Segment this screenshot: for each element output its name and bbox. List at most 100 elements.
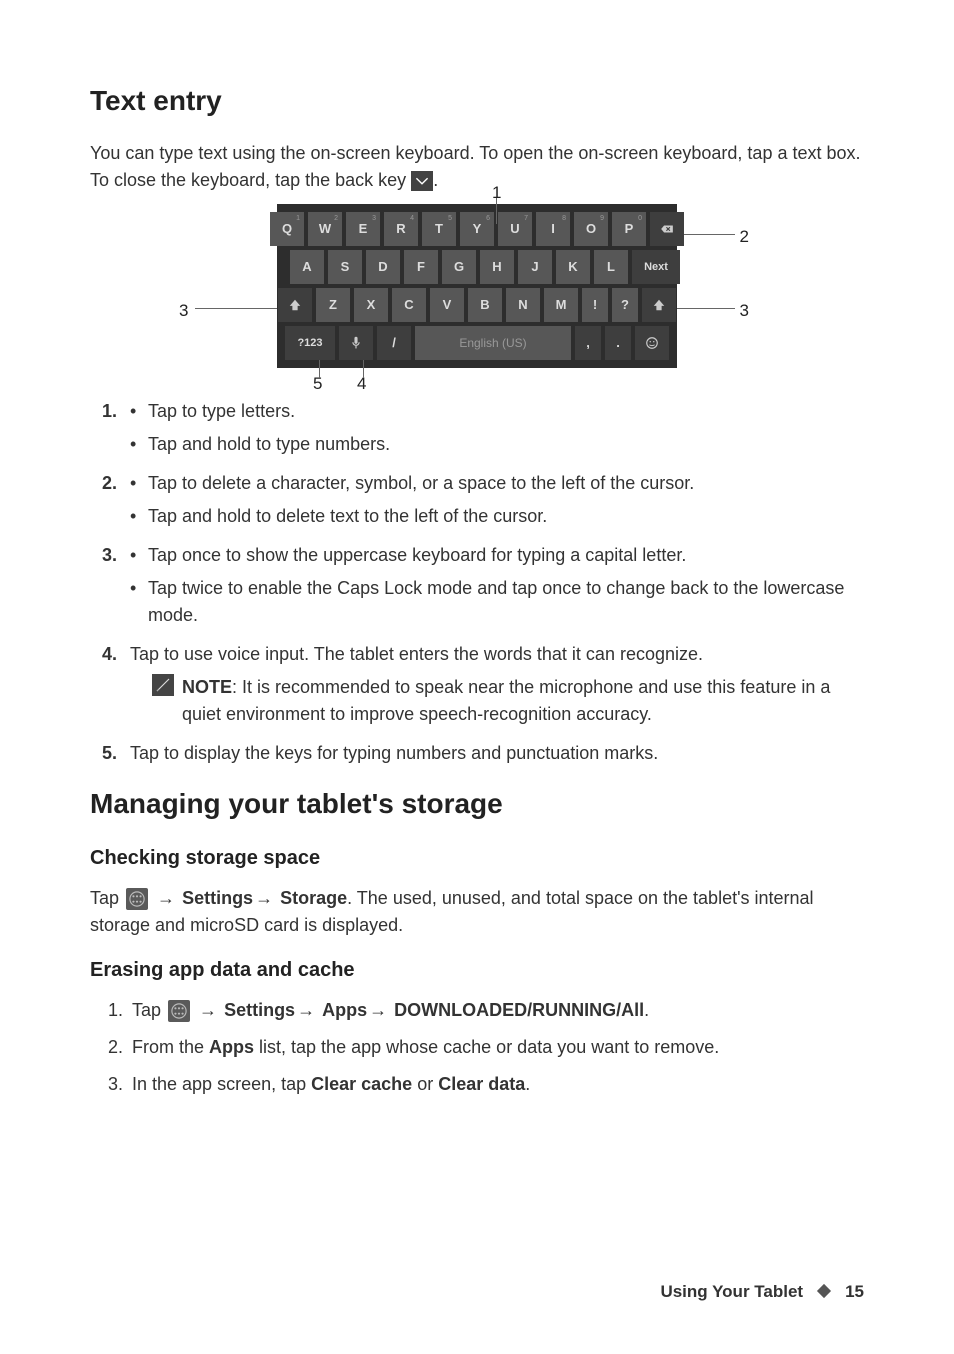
keyboard-image: Q1 W2 E3 R4 T5 Y6 U7 I8 O9 P0 A S D F G … xyxy=(277,204,677,368)
key-c[interactable]: C xyxy=(392,288,426,322)
callout-3-left: 3 xyxy=(179,298,188,324)
list-item-1b: Tap and hold to type numbers. xyxy=(130,431,864,458)
diamond-icon xyxy=(817,1284,831,1298)
erasing-step-1: 1. Tap → Settings→ Apps→ DOWNLOADED/RUNN… xyxy=(110,997,864,1024)
key-shift-left[interactable] xyxy=(278,288,312,322)
key-e[interactable]: E3 xyxy=(346,212,380,246)
smiley-icon xyxy=(645,336,659,350)
list-item-2: 2. Tap to delete a character, symbol, or… xyxy=(110,470,864,530)
key-z[interactable]: Z xyxy=(316,288,350,322)
callout-2-line xyxy=(677,234,735,235)
list-item-2b: Tap and hold to delete text to the left … xyxy=(130,503,864,530)
keyboard-row-4: ?123 / English (US) , . xyxy=(285,326,669,360)
apps-icon xyxy=(168,1000,190,1022)
note-text: NOTE: It is recommended to speak near th… xyxy=(182,674,864,728)
key-question[interactable]: ? xyxy=(612,288,638,322)
list-item-4-text: Tap to use voice input. The tablet enter… xyxy=(130,644,703,664)
key-emoji[interactable] xyxy=(635,326,669,360)
list-item-1a: Tap to type letters. xyxy=(130,398,864,425)
key-next[interactable]: Next xyxy=(632,250,680,284)
key-h[interactable]: H xyxy=(480,250,514,284)
list-item-1: 1. Tap to type letters. Tap and hold to … xyxy=(110,398,864,458)
key-x[interactable]: X xyxy=(354,288,388,322)
key-exclaim[interactable]: ! xyxy=(582,288,608,322)
key-t[interactable]: T5 xyxy=(422,212,456,246)
list-item-3a: Tap once to show the uppercase keyboard … xyxy=(130,542,864,569)
storage-bold: Storage xyxy=(280,888,347,908)
key-slash[interactable]: / xyxy=(377,326,411,360)
microphone-icon xyxy=(349,336,363,350)
callout-3-right: 3 xyxy=(740,298,749,324)
note-label: NOTE xyxy=(182,677,232,697)
key-o[interactable]: O9 xyxy=(574,212,608,246)
key-g[interactable]: G xyxy=(442,250,476,284)
backspace-icon xyxy=(660,222,674,236)
key-voice[interactable] xyxy=(339,326,373,360)
arrow-icon: → xyxy=(157,888,175,908)
intro-paragraph: You can type text using the on-screen ke… xyxy=(90,140,864,194)
footer-title: Using Your Tablet xyxy=(660,1279,803,1305)
key-k[interactable]: K xyxy=(556,250,590,284)
erasing-steps: 1. Tap → Settings→ Apps→ DOWNLOADED/RUNN… xyxy=(90,997,864,1098)
erasing-step-3: 3. In the app screen, tap Clear cache or… xyxy=(110,1071,864,1098)
list-item-5-text: Tap to display the keys for typing numbe… xyxy=(130,743,658,763)
key-p[interactable]: P0 xyxy=(612,212,646,246)
apps-icon xyxy=(126,888,148,910)
callout-4: 4 xyxy=(357,371,366,397)
heading-erasing: Erasing app data and cache xyxy=(90,955,864,985)
keyboard-row-1: Q1 W2 E3 R4 T5 Y6 U7 I8 O9 P0 xyxy=(285,212,669,246)
key-i[interactable]: I8 xyxy=(536,212,570,246)
intro-text: You can type text using the on-screen ke… xyxy=(90,143,861,190)
note-icon xyxy=(152,674,174,696)
shift-icon xyxy=(652,298,666,312)
keyboard-figure: 1 2 3 3 5 4 Q1 W2 E3 R4 T5 Y6 U7 I8 O9 P… xyxy=(207,204,747,368)
key-dot[interactable]: . xyxy=(605,326,631,360)
key-m[interactable]: M xyxy=(544,288,578,322)
key-f[interactable]: F xyxy=(404,250,438,284)
list-item-5: 5. Tap to display the keys for typing nu… xyxy=(110,740,864,767)
list-item-2a: Tap to delete a character, symbol, or a … xyxy=(130,470,864,497)
checking-paragraph: Tap → Settings→ Storage. The used, unuse… xyxy=(90,885,864,939)
erasing-step-2: 2. From the Apps list, tap the app whose… xyxy=(110,1034,864,1061)
key-v[interactable]: V xyxy=(430,288,464,322)
callout-1-line xyxy=(496,198,497,224)
key-l[interactable]: L xyxy=(594,250,628,284)
key-r[interactable]: R4 xyxy=(384,212,418,246)
heading-text-entry: Text entry xyxy=(90,80,864,122)
callout-3l-line xyxy=(195,308,277,309)
callout-5: 5 xyxy=(313,371,322,397)
key-q[interactable]: Q1 xyxy=(270,212,304,246)
settings-bold: Settings xyxy=(182,888,253,908)
callout-3r-line xyxy=(677,308,735,309)
key-backspace[interactable] xyxy=(650,212,684,246)
key-j[interactable]: J xyxy=(518,250,552,284)
keyboard-row-3: Z X C V B N M ! ? xyxy=(285,288,669,322)
key-s[interactable]: S xyxy=(328,250,362,284)
key-a[interactable]: A xyxy=(290,250,324,284)
callout-list: 1. Tap to type letters. Tap and hold to … xyxy=(90,398,864,767)
key-n[interactable]: N xyxy=(506,288,540,322)
callout-2: 2 xyxy=(740,224,749,250)
key-d[interactable]: D xyxy=(366,250,400,284)
key-space[interactable]: English (US) xyxy=(415,326,571,360)
list-item-4: 4. Tap to use voice input. The tablet en… xyxy=(110,641,864,728)
note-row: NOTE: It is recommended to speak near th… xyxy=(130,674,864,728)
tabs-bold: DOWNLOADED/RUNNING/All xyxy=(394,1000,644,1020)
key-symbols[interactable]: ?123 xyxy=(285,326,335,360)
key-w[interactable]: W2 xyxy=(308,212,342,246)
key-y[interactable]: Y6 xyxy=(460,212,494,246)
key-shift-right[interactable] xyxy=(642,288,676,322)
list-item-3b: Tap twice to enable the Caps Lock mode a… xyxy=(130,575,864,629)
key-comma[interactable]: , xyxy=(575,326,601,360)
key-u[interactable]: U7 xyxy=(498,212,532,246)
list-item-3: 3. Tap once to show the uppercase keyboa… xyxy=(110,542,864,629)
settings-bold: Settings xyxy=(224,1000,295,1020)
back-key-icon xyxy=(411,171,433,191)
page-footer: Using Your Tablet 15 xyxy=(660,1279,864,1305)
keyboard-row-2: A S D F G H J K L Next xyxy=(285,250,669,284)
key-b[interactable]: B xyxy=(468,288,502,322)
heading-storage: Managing your tablet's storage xyxy=(90,783,864,825)
shift-icon xyxy=(288,298,302,312)
heading-checking: Checking storage space xyxy=(90,843,864,873)
apps-bold: Apps xyxy=(322,1000,367,1020)
